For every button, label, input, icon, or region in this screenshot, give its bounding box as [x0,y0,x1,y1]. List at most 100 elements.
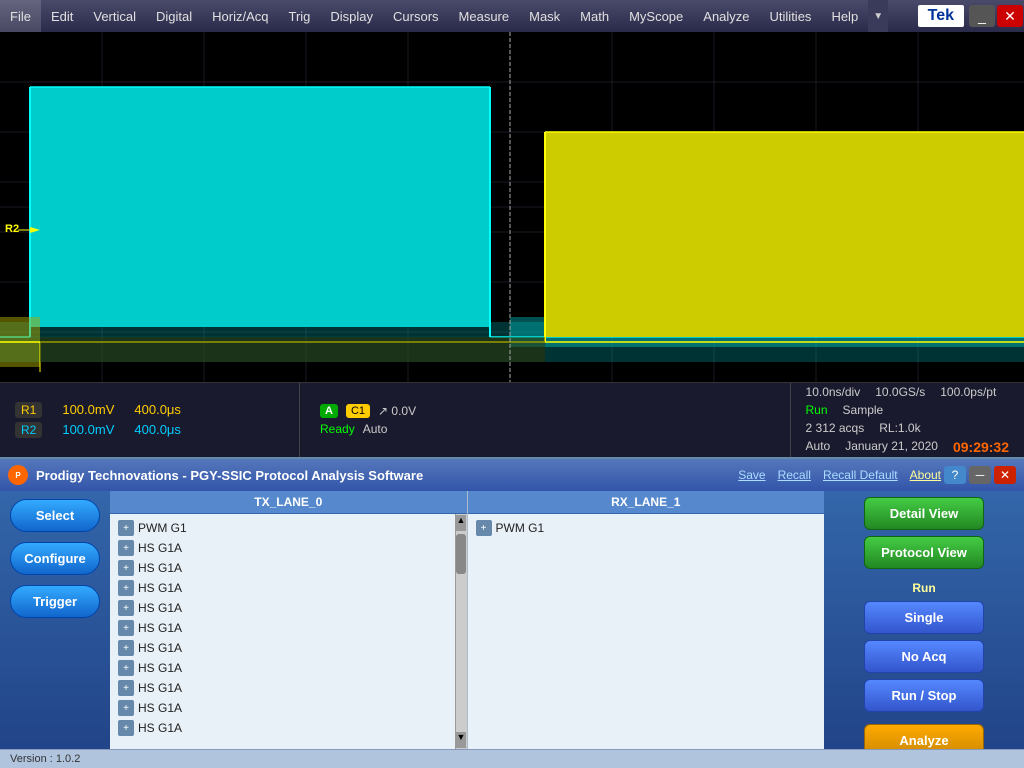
about-link[interactable]: About [910,468,941,482]
list-item[interactable]: + PWM G1 [114,518,451,538]
channel-status-left: R1 100.0mV 400.0μs R2 100.0mV 400.0μs [0,383,300,457]
menu-bar: File Edit Vertical Digital Horiz/Acq Tri… [0,0,1024,32]
svg-text:R2: R2 [5,223,19,235]
date-text: January 21, 2020 [845,439,938,455]
proto-status-bar: Version : 1.0.2 [0,749,1024,768]
list-item[interactable]: + HS G1A [114,598,451,618]
sample-rate: 10.0GS/s [875,385,925,399]
menu-math[interactable]: Math [570,0,619,32]
proto-content: Select Configure Trigger TX_LANE_0 + PWM… [0,491,1024,749]
acqs-count: 2 312 acqs [806,421,865,435]
menu-horiz-acq[interactable]: Horiz/Acq [202,0,278,32]
list-item[interactable]: + PWM G1 [472,518,821,538]
proto-help-button[interactable]: ? [944,466,966,484]
expand-icon[interactable]: + [118,700,134,716]
time-div: 10.0ns/div [806,385,861,399]
single-button[interactable]: Single [864,601,984,634]
version-text: Version : 1.0.2 [10,753,80,765]
ch-r1-label: R1 [15,402,42,418]
tx-lane: TX_LANE_0 + PWM G1 + HS G1A [110,491,468,749]
waveform-svg: R2 [0,32,1024,382]
proto-title: Prodigy Technovations - PGY-SSIC Protoco… [36,468,738,483]
menu-digital[interactable]: Digital [146,0,202,32]
proto-title-bar: P Prodigy Technovations - PGY-SSIC Proto… [0,459,1024,491]
expand-icon[interactable]: + [118,640,134,656]
ch-r1-time: 400.0μs [134,402,181,418]
expand-icon[interactable]: + [118,660,134,676]
tx-lane-content[interactable]: + PWM G1 + HS G1A + HS G1A [110,514,455,749]
expand-icon[interactable]: + [118,600,134,616]
run-status: Run [806,403,828,417]
sample-mode: Sample [843,403,884,417]
menu-mask[interactable]: Mask [519,0,570,32]
coupling-text: ↗ 0.0V [378,404,416,418]
badge-c1: C1 [346,404,370,418]
expand-icon[interactable]: + [118,520,134,536]
status-right: 10.0ns/div 10.0GS/s 100.0ps/pt Run Sampl… [791,383,1024,457]
menu-display[interactable]: Display [320,0,383,32]
menu-trig[interactable]: Trig [278,0,320,32]
list-item[interactable]: + HS G1A [114,698,451,718]
prodigy-logo: P [8,465,28,485]
ps-pt: 100.0ps/pt [940,385,996,399]
window-close-button[interactable]: ✕ [997,5,1023,27]
expand-icon[interactable]: + [118,560,134,576]
menu-utilities[interactable]: Utilities [760,0,822,32]
tek-logo: Tek [918,5,964,27]
configure-button[interactable]: Configure [10,542,100,575]
recall-link[interactable]: Recall [778,468,811,482]
menu-analyze[interactable]: Analyze [693,0,759,32]
window-minimize-button[interactable]: _ [969,5,995,27]
time-text: 09:29:32 [953,439,1009,455]
menu-edit[interactable]: Edit [41,0,83,32]
expand-icon[interactable]: + [118,620,134,636]
tx-lane-header: TX_LANE_0 [110,491,467,514]
list-item[interactable]: + HS G1A [114,638,451,658]
expand-icon[interactable]: + [118,720,134,736]
mode-text: Auto [806,439,831,455]
rx-lane-header: RX_LANE_1 [468,491,825,514]
menu-dropdown-arrow[interactable]: ▼ [868,0,888,32]
menu-file[interactable]: File [0,0,41,32]
list-item[interactable]: + HS G1A [114,718,451,738]
proto-close-button[interactable]: ✕ [994,466,1016,484]
list-item[interactable]: + HS G1A [114,618,451,638]
expand-icon[interactable]: + [118,580,134,596]
ch-r2-label: R2 [15,422,42,438]
ready-text: Ready [320,422,355,436]
menu-myscope[interactable]: MyScope [619,0,693,32]
proto-title-links: Save Recall Recall Default About [738,468,941,482]
trigger-button[interactable]: Trigger [10,585,100,618]
tx-scrollbar-thumb[interactable] [456,534,466,574]
expand-icon[interactable]: + [476,520,492,536]
menu-cursors[interactable]: Cursors [383,0,449,32]
tx-scrollbar[interactable]: ▲ ▼ [455,514,467,749]
no-acq-button[interactable]: No Acq [864,640,984,673]
ch-r1-volts: 100.0mV [62,402,114,418]
list-item[interactable]: + HS G1A [114,658,451,678]
save-link[interactable]: Save [738,468,765,482]
list-item[interactable]: + HS G1A [114,678,451,698]
scope-waveform-area: R2 [0,32,1024,382]
status-middle: A C1 ↗ 0.0V Ready Auto [300,383,791,457]
protocol-view-button[interactable]: Protocol View [864,536,984,569]
menu-help[interactable]: Help [821,0,868,32]
expand-icon[interactable]: + [118,540,134,556]
list-item[interactable]: + HS G1A [114,538,451,558]
rx-lane-content[interactable]: + PWM G1 [468,514,825,749]
select-button[interactable]: Select [10,499,100,532]
expand-icon[interactable]: + [118,680,134,696]
analyze-button[interactable]: Analyze [864,724,984,749]
detail-view-button[interactable]: Detail View [864,497,984,530]
list-item[interactable]: + HS G1A [114,578,451,598]
list-item[interactable]: + HS G1A [114,558,451,578]
ch-r2-time: 400.0μs [134,422,181,438]
run-stop-button[interactable]: Run / Stop [864,679,984,712]
proto-sidebar: Select Configure Trigger [0,491,110,749]
recall-default-link[interactable]: Recall Default [823,468,898,482]
proto-minimize-button[interactable]: ─ [969,466,991,484]
menu-vertical[interactable]: Vertical [83,0,146,32]
auto-text: Auto [363,422,388,436]
status-bar: R1 100.0mV 400.0μs R2 100.0mV 400.0μs A … [0,382,1024,457]
menu-measure[interactable]: Measure [449,0,520,32]
